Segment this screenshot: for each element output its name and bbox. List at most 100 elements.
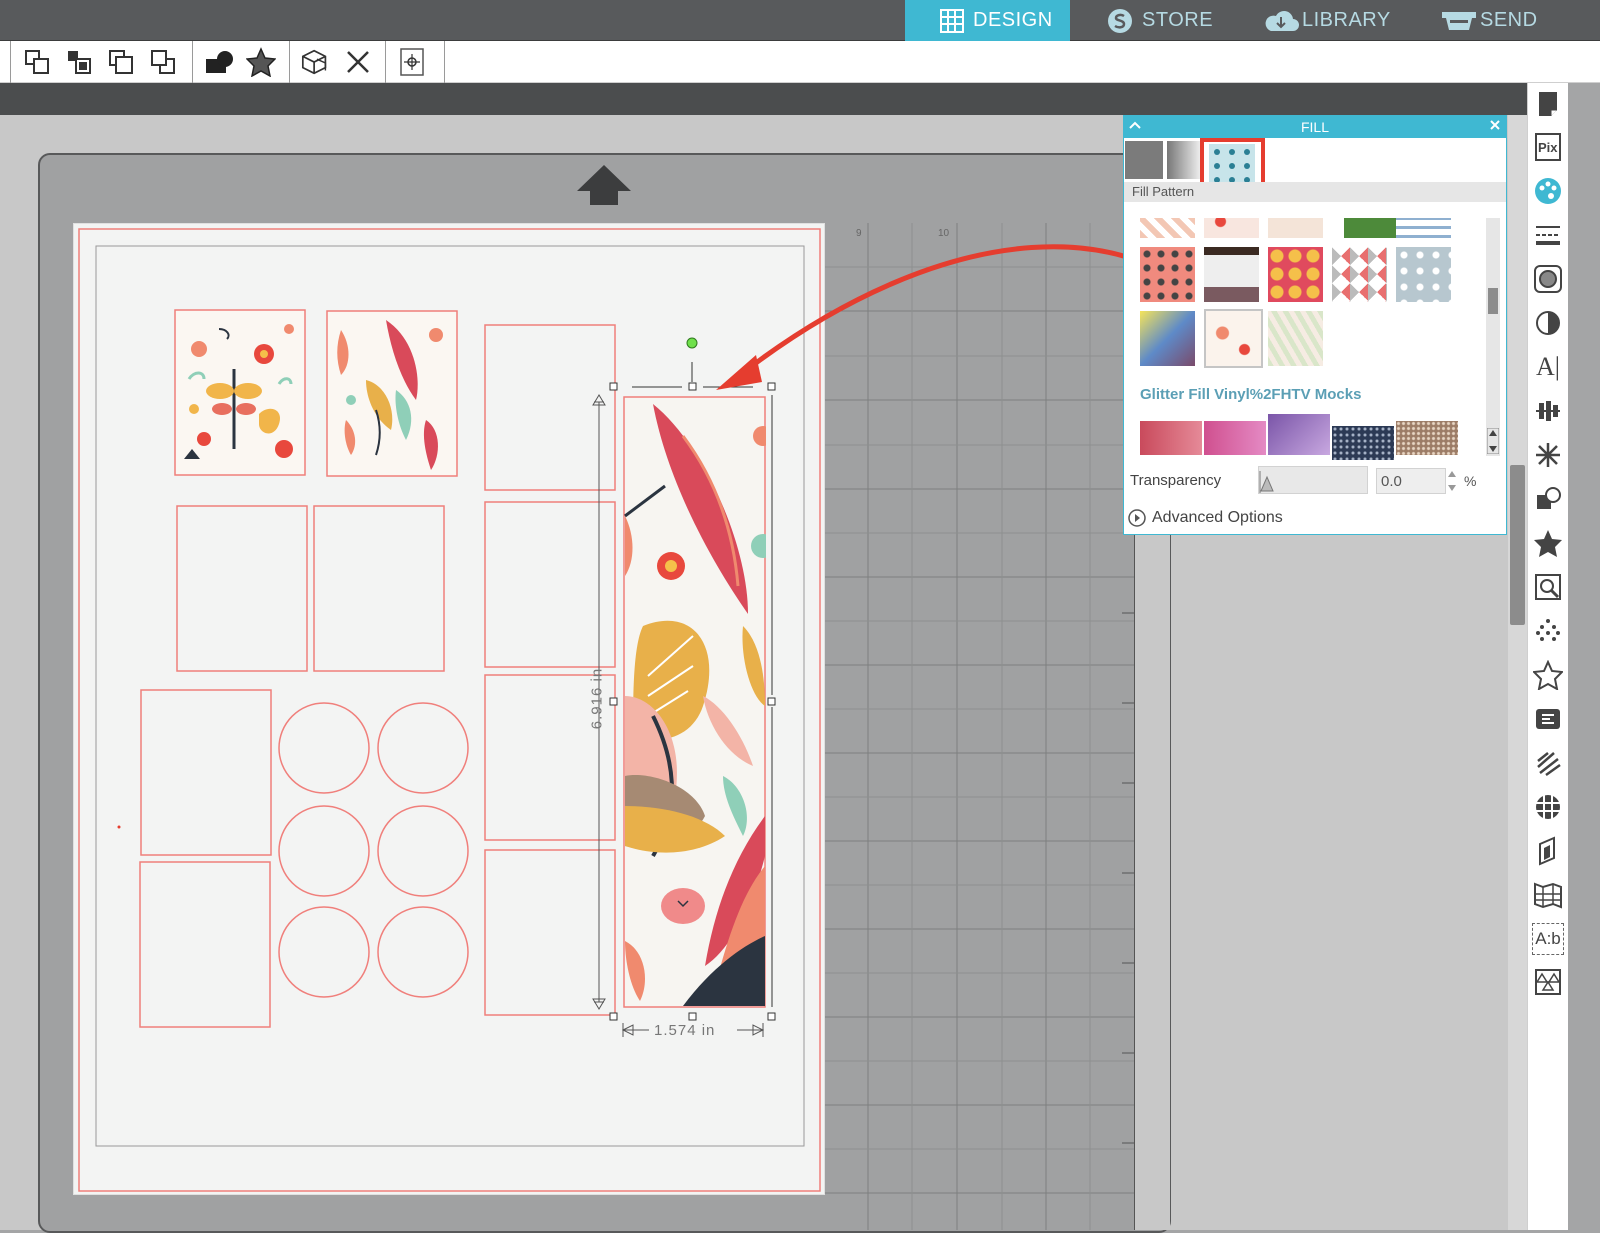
replicate-icon[interactable] <box>1532 439 1564 471</box>
cut-rect[interactable] <box>176 505 308 672</box>
fill-panel: FILL Fill Pattern Glitter Fill Vinyl%2FH… <box>1123 115 1507 535</box>
modify-icon[interactable] <box>1532 483 1564 515</box>
scrollbar-thumb[interactable] <box>1510 465 1525 625</box>
page-setup-icon[interactable] <box>1532 88 1564 120</box>
cut-rect[interactable] <box>140 689 272 856</box>
rotate-handle[interactable] <box>686 337 698 349</box>
scroll-arrows-icon[interactable] <box>1487 428 1499 454</box>
group-shapes-icon[interactable] <box>203 46 235 78</box>
star-shape-icon[interactable] <box>245 46 277 78</box>
store-icon <box>1106 7 1134 35</box>
delete-icon[interactable] <box>342 46 374 78</box>
pattern-swatch[interactable] <box>1396 218 1451 238</box>
width-dimension-label: 1.574 in <box>654 1022 716 1039</box>
pattern-swatch[interactable] <box>1268 247 1323 302</box>
fill-pattern-label: Fill Pattern <box>1132 184 1195 199</box>
transparency-input[interactable] <box>1376 468 1446 494</box>
grid-icon <box>939 8 965 34</box>
selection-handles <box>592 337 776 1037</box>
glitter-swatch[interactable] <box>1204 421 1266 455</box>
bring-to-front-icon[interactable] <box>21 46 53 78</box>
workspace-scrollbar[interactable] <box>1508 115 1527 1230</box>
expand-icon[interactable] <box>1128 509 1146 532</box>
resize-handle[interactable] <box>767 1012 776 1021</box>
knife-icon[interactable] <box>1532 747 1564 779</box>
tab-design[interactable]: DESIGN <box>905 0 1070 41</box>
pattern-icon[interactable] <box>1532 967 1564 999</box>
cut-circle[interactable] <box>377 805 469 897</box>
glitter-swatch[interactable] <box>1332 426 1394 460</box>
ruler-strip <box>0 83 1560 115</box>
pattern-swatch[interactable] <box>1268 311 1323 366</box>
glitter-swatch[interactable] <box>1140 421 1202 455</box>
pattern-swatch-selected[interactable] <box>1204 309 1263 368</box>
pattern-scrollbar[interactable] <box>1486 218 1500 456</box>
transform-icon[interactable] <box>1532 307 1564 339</box>
pattern-swatch[interactable] <box>1140 218 1195 238</box>
line-style-icon[interactable] <box>1532 219 1564 251</box>
image-effects-icon[interactable] <box>1532 263 1564 295</box>
library-grid-icon[interactable] <box>1532 879 1564 911</box>
fill-gradient-tab[interactable] <box>1167 141 1201 179</box>
cut-circle[interactable] <box>278 805 370 897</box>
star-outline-icon[interactable] <box>1532 659 1564 691</box>
glitter-swatch[interactable] <box>1268 414 1330 455</box>
cut-circle[interactable] <box>377 906 469 998</box>
tab-library[interactable]: LIBRARY <box>1262 0 1391 41</box>
text-ab-icon[interactable]: A:b <box>1532 923 1564 955</box>
patterned-card-feathers[interactable] <box>326 310 458 477</box>
pattern-swatch[interactable] <box>1332 247 1387 302</box>
cut-circle[interactable] <box>377 702 469 794</box>
fill-panel-icon[interactable] <box>1532 175 1564 207</box>
text-style-icon[interactable]: A| <box>1532 351 1564 383</box>
text-to-path-icon[interactable] <box>1532 703 1564 735</box>
trace-icon[interactable] <box>1532 571 1564 603</box>
pattern-swatch[interactable] <box>1268 218 1323 238</box>
resize-handle[interactable] <box>609 697 618 706</box>
glitter-swatch[interactable] <box>1396 421 1458 455</box>
layers-icon[interactable] <box>1532 791 1564 823</box>
page-tabs-icon[interactable] <box>1532 835 1564 867</box>
cut-circle[interactable] <box>278 906 370 998</box>
scrollbar-thumb[interactable] <box>1488 288 1498 314</box>
align-group <box>385 41 445 83</box>
slider-handle-icon[interactable] <box>1259 471 1275 493</box>
sketch-icon[interactable] <box>1532 615 1564 647</box>
resize-handle[interactable] <box>688 1012 697 1021</box>
pattern-swatch[interactable] <box>1344 218 1399 238</box>
height-dimension-label: 6.916 in <box>588 667 606 730</box>
cut-rect[interactable] <box>313 505 445 672</box>
pattern-swatch[interactable] <box>1204 247 1259 302</box>
resize-handle[interactable] <box>609 382 618 391</box>
offset-icon[interactable] <box>1532 527 1564 559</box>
cut-rect[interactable] <box>139 861 271 1028</box>
pattern-swatch[interactable] <box>1140 311 1195 366</box>
ungroup-icon[interactable] <box>300 46 332 78</box>
collapse-icon[interactable] <box>1128 118 1142 135</box>
advanced-options-label[interactable]: Advanced Options <box>1152 509 1283 527</box>
resize-handle[interactable] <box>767 697 776 706</box>
pattern-swatch[interactable] <box>1140 247 1195 302</box>
pixscan-icon[interactable]: Pix <box>1532 131 1564 163</box>
resize-handle[interactable] <box>688 382 697 391</box>
cut-circle[interactable] <box>278 702 370 794</box>
pattern-swatch[interactable] <box>1204 218 1259 238</box>
bring-forward-icon[interactable] <box>63 46 95 78</box>
pattern-category-label: Glitter Fill Vinyl%2FHTV Mocks <box>1140 386 1362 403</box>
patterned-card-flowers[interactable] <box>174 309 306 476</box>
transparency-slider[interactable] <box>1258 466 1368 494</box>
tab-send[interactable]: SEND <box>1440 0 1538 41</box>
send-backward-icon[interactable] <box>105 46 137 78</box>
fill-color-tab[interactable] <box>1125 141 1163 179</box>
center-to-page-icon[interactable] <box>396 46 428 78</box>
edit-group <box>289 41 385 83</box>
align-icon[interactable] <box>1532 395 1564 427</box>
close-icon[interactable] <box>1488 118 1502 135</box>
tab-store[interactable]: STORE <box>1106 0 1213 41</box>
transparency-label: Transparency <box>1130 472 1222 489</box>
send-to-back-icon[interactable] <box>147 46 179 78</box>
top-nav-bar: DESIGN STORE LIBRARY SEND <box>0 0 1600 41</box>
transparency-stepper[interactable] <box>1447 468 1457 494</box>
pattern-swatch[interactable] <box>1396 247 1451 302</box>
resize-handle[interactable] <box>609 1012 618 1021</box>
